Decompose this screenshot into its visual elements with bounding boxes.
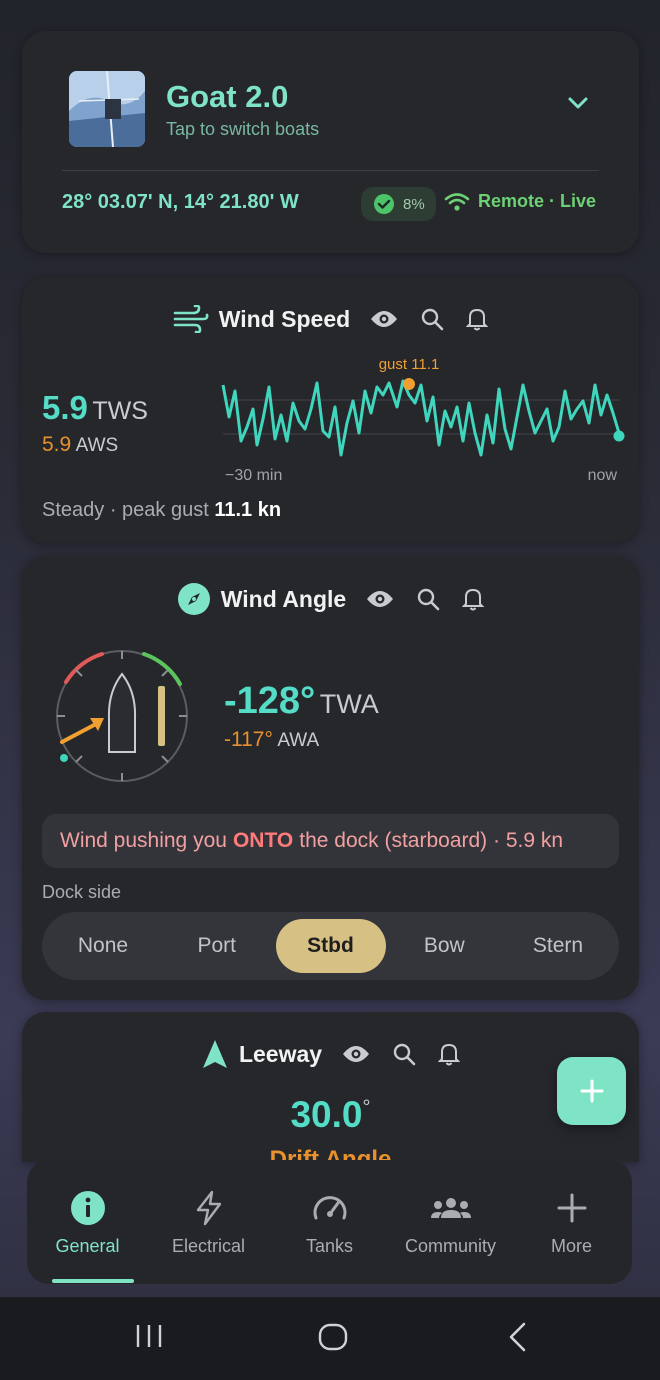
wind-angle-header: Wind Angle <box>22 582 639 616</box>
nav-community[interactable]: Community <box>390 1160 511 1284</box>
aws-value: 5.9 <box>42 433 72 456</box>
leeway-value-row: 30.0° <box>22 1094 639 1136</box>
boat-name: Goat 2.0 <box>166 79 289 114</box>
wind-angle-title: Wind Angle <box>220 585 347 612</box>
gps-coordinates: 28° 03.07' N, 14° 21.80' W <box>62 191 299 213</box>
leeway-header: Leeway <box>22 1038 639 1070</box>
tws-value: 5.9 <box>42 389 88 426</box>
recent-apps-icon[interactable] <box>134 1321 164 1351</box>
search-icon[interactable] <box>416 587 440 611</box>
alert-prefix: Wind pushing you <box>60 829 227 852</box>
eye-icon[interactable] <box>366 589 394 609</box>
wind-speed-header: Wind Speed <box>22 305 639 333</box>
plus-icon <box>580 1079 603 1103</box>
connection-status: Remote · Live <box>444 191 596 212</box>
port-close-hauled-arc <box>64 652 104 684</box>
wind-speed-summary: Steady · peak gust 11.1 kn <box>42 499 281 522</box>
axis-start-label: −30 min <box>225 467 283 484</box>
wind-speed-line <box>221 379 621 457</box>
wind-angle-card: Wind Angle -128° TWA -117° AWA Wind push… <box>22 556 639 1000</box>
info-icon <box>70 1191 105 1225</box>
boat-selector-card[interactable]: Goat 2.0 Tap to switch boats 28° 03.07' … <box>22 31 639 253</box>
gauge-icon <box>313 1196 346 1220</box>
nav-label-more: More <box>550 1236 592 1256</box>
compass-icon <box>177 583 210 615</box>
nav-label-tanks: Tanks <box>305 1236 354 1256</box>
back-icon[interactable] <box>506 1321 530 1353</box>
search-icon[interactable] <box>392 1042 416 1066</box>
leeway-value: 30.0 <box>290 1094 363 1135</box>
dock-side-label: Dock side <box>42 882 122 902</box>
leeway-card: Leeway 30.0° Drift Angle <box>22 1012 639 1162</box>
dock-side-selector: None Port Stbd Bow Stern <box>42 912 619 980</box>
axis-end-label: now <box>587 467 617 484</box>
tws-unit: TWS <box>92 397 148 425</box>
nav-more[interactable]: More <box>511 1160 632 1284</box>
home-icon[interactable] <box>317 1321 349 1353</box>
wind-arrow <box>60 722 98 744</box>
boat-outline <box>107 672 137 753</box>
battery-badge: 8% <box>361 187 436 221</box>
nav-label-electrical: Electrical <box>171 1236 246 1256</box>
aws-readout: 5.9 AWS <box>42 433 118 457</box>
system-navigation-bar <box>0 1297 660 1380</box>
summary-prefix: Steady · peak gust <box>42 499 215 521</box>
bolt-icon <box>196 1190 221 1226</box>
wind-speed-card: Wind Speed 5.9 TWS 5.9 AWS gust 11.1 −30… <box>22 277 639 543</box>
tws-readout: 5.9 TWS <box>42 389 148 427</box>
current-marker <box>613 430 625 442</box>
dock-option-stbd[interactable]: Stbd <box>275 919 386 973</box>
dock-option-port[interactable]: Port <box>162 919 272 973</box>
wind-speed-title: Wind Speed <box>218 305 351 332</box>
eye-icon[interactable] <box>342 1044 370 1064</box>
dock-option-none[interactable]: None <box>48 919 158 973</box>
awa-value: -117° <box>224 728 273 751</box>
active-tab-indicator <box>52 1279 134 1283</box>
bottom-navigation: General Electrical Tanks Community More <box>27 1160 632 1284</box>
peak-gust-value: 11.1 kn <box>214 499 282 521</box>
wind-speed-sparkline: gust 11.1 <box>221 357 625 457</box>
leeway-unit: ° <box>362 1096 371 1119</box>
people-icon <box>430 1198 471 1218</box>
battery-level: 8% <box>403 195 425 213</box>
twa-unit: TWA <box>319 689 379 719</box>
plus-icon <box>557 1193 586 1223</box>
wind-icon <box>173 305 209 333</box>
bell-icon[interactable] <box>466 307 489 331</box>
gust-label: gust 11.1 <box>379 357 440 373</box>
switch-boat-hint: Tap to switch boats <box>166 119 320 139</box>
wifi-icon <box>444 192 470 211</box>
boat-photo <box>69 71 145 147</box>
nav-tanks[interactable]: Tanks <box>269 1160 390 1284</box>
twa-value: -128° <box>224 680 316 722</box>
dock-option-bow[interactable]: Bow <box>389 919 499 973</box>
chevron-down-icon[interactable] <box>567 96 589 115</box>
apparent-wind-dot <box>60 754 68 762</box>
divider <box>62 170 599 171</box>
nav-label-community: Community <box>404 1236 497 1256</box>
leeway-arrow-icon <box>202 1040 227 1068</box>
leeway-title: Leeway <box>238 1040 323 1067</box>
awa-unit: AWA <box>277 730 320 751</box>
aws-unit: AWS <box>75 435 119 456</box>
bell-icon[interactable] <box>462 587 485 611</box>
connection-label: Remote · Live <box>478 191 597 211</box>
dock-wind-alert: Wind pushing you ONTO the dock (starboar… <box>42 814 619 868</box>
nav-general[interactable]: General <box>27 1160 148 1284</box>
alert-suffix: the dock (starboard) · 5.9 kn <box>299 829 564 852</box>
awa-readout: -117° AWA <box>224 728 319 752</box>
nav-label-general: General <box>55 1236 120 1256</box>
nav-electrical[interactable]: Electrical <box>148 1160 269 1284</box>
search-icon[interactable] <box>420 307 444 331</box>
bell-icon[interactable] <box>438 1042 461 1066</box>
twa-readout: -128° TWA <box>224 680 379 723</box>
alert-emphasis: ONTO <box>232 829 294 852</box>
check-circle-icon <box>374 194 394 214</box>
eye-icon[interactable] <box>370 309 398 329</box>
dock-marker <box>158 686 165 746</box>
dock-option-stern[interactable]: Stern <box>503 919 613 973</box>
wind-angle-gauge <box>56 650 188 782</box>
add-widget-button[interactable] <box>557 1057 626 1125</box>
gust-marker <box>403 378 415 390</box>
